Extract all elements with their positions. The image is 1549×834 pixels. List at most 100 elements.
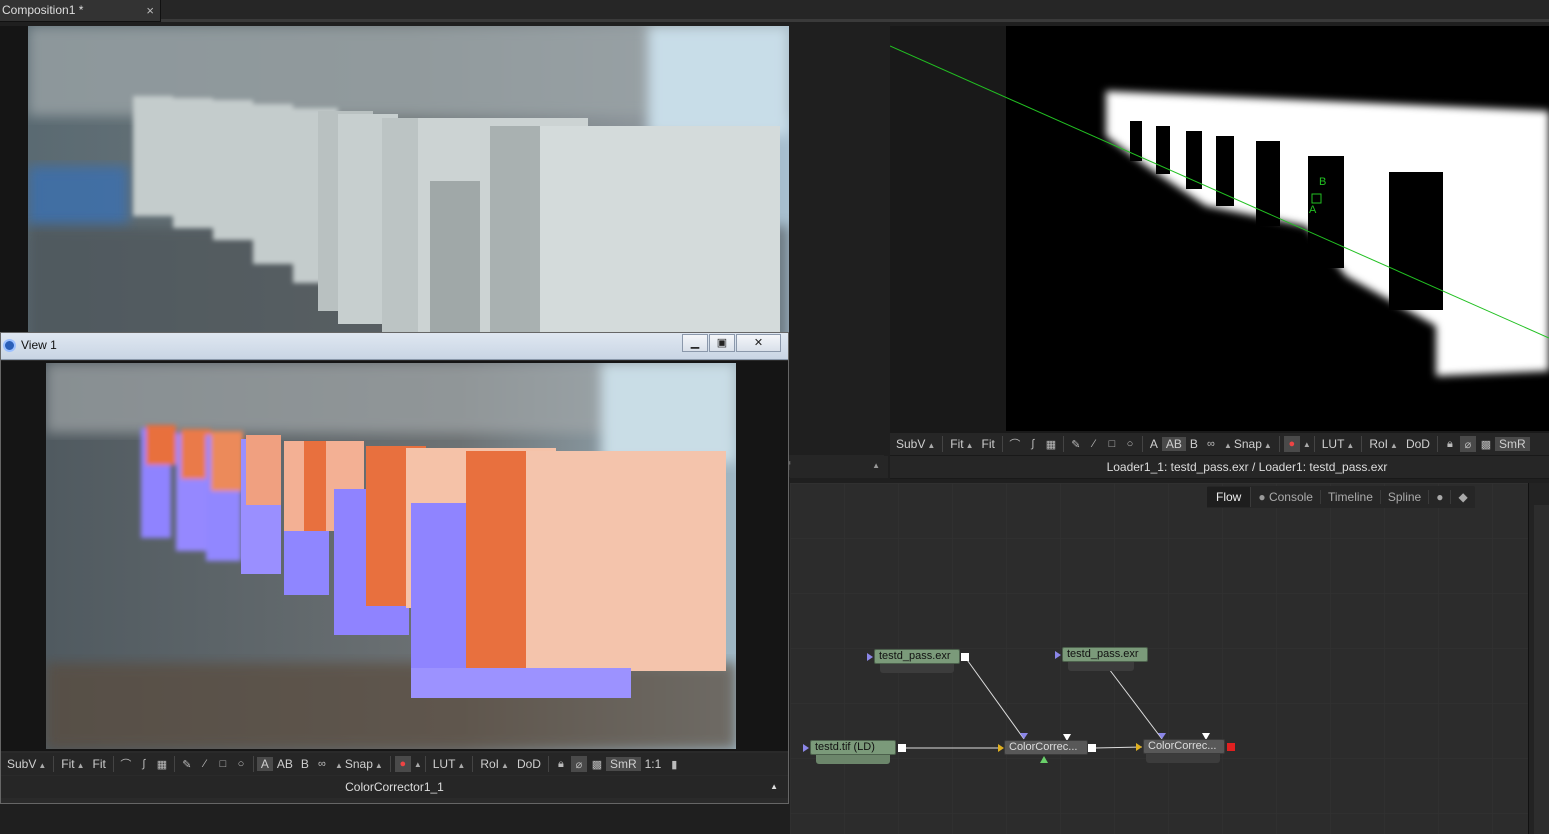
smr-button[interactable]: SmR bbox=[1494, 437, 1530, 451]
separator bbox=[1278, 436, 1280, 452]
subv-button[interactable]: SubV ▲ bbox=[3, 757, 50, 771]
circle-icon[interactable]: ○ bbox=[1122, 436, 1138, 452]
node-color-corrector-2[interactable]: ColorCorrec... bbox=[1143, 739, 1225, 754]
node-loader-1[interactable]: testd_pass.exr bbox=[874, 649, 960, 664]
checker-icon[interactable]: ▩ bbox=[1478, 436, 1494, 452]
lock-icon[interactable]: 🔒︎ bbox=[553, 756, 569, 772]
bspline-icon[interactable]: ∫ bbox=[136, 756, 152, 772]
eyedropper-icon[interactable]: ✎ bbox=[179, 756, 195, 772]
dod-button[interactable]: DoD bbox=[1402, 437, 1434, 451]
lut-button[interactable]: LUT ▲ bbox=[429, 757, 470, 771]
wand-icon[interactable]: ⁄ bbox=[197, 756, 213, 772]
snap-label: Snap bbox=[344, 757, 373, 771]
roi-button[interactable]: RoI ▲ bbox=[1365, 437, 1402, 451]
node-loader-ld[interactable]: testd.tif (LD) bbox=[810, 740, 896, 755]
node-color-corrector-1[interactable]: ColorCorrec... bbox=[1004, 740, 1088, 755]
buffer-ab-button[interactable]: AB bbox=[1161, 437, 1186, 451]
snap-button[interactable]: ▲ Snap ▲ bbox=[331, 757, 387, 771]
tab-composition1[interactable]: Composition1 * × bbox=[0, 0, 161, 21]
node-color-corrector-2-ports bbox=[1146, 754, 1220, 763]
bspline-icon[interactable]: ∫ bbox=[1025, 436, 1041, 452]
right-viewer[interactable]: B A SubV ▲ Fit ▲ Fit ⌒ ∫ ▦ ✎ ⁄ □ ○ A AB B … bbox=[890, 26, 1549, 479]
console-icon: ● bbox=[1258, 490, 1266, 504]
caret-up-icon[interactable]: ▲ bbox=[414, 760, 422, 769]
buffer-b-button[interactable]: B bbox=[297, 757, 313, 771]
lock-icon[interactable]: 🔒︎ bbox=[1442, 436, 1458, 452]
fit-dropdown[interactable]: Fit ▲ bbox=[57, 757, 88, 771]
lut-label: LUT bbox=[432, 757, 456, 771]
node-loader-2[interactable]: testd_pass.exr bbox=[1062, 647, 1148, 662]
info-icon[interactable]: ● bbox=[1429, 490, 1452, 504]
checker-icon[interactable]: ▩ bbox=[589, 756, 605, 772]
tab-flow[interactable]: Flow bbox=[1207, 487, 1252, 507]
polyline-icon[interactable]: ⌒ bbox=[1007, 436, 1023, 452]
glasses-icon[interactable]: ∞ bbox=[314, 756, 330, 772]
grid-icon[interactable]: ▦ bbox=[154, 756, 170, 772]
ratio-button[interactable]: 1:1 bbox=[641, 757, 666, 771]
smr-button[interactable]: SmR bbox=[605, 757, 641, 771]
tab-bar: Composition1 * × bbox=[0, 0, 1549, 22]
view1-viewer[interactable] bbox=[1, 361, 788, 751]
guide-line-overlay[interactable] bbox=[890, 26, 1549, 431]
rectangle-icon[interactable]: □ bbox=[1104, 436, 1120, 452]
no-proxy-icon[interactable]: ⌀ bbox=[1459, 436, 1476, 452]
glasses-icon[interactable]: ∞ bbox=[1203, 436, 1219, 452]
fit-dropdown[interactable]: Fit ▲ bbox=[946, 437, 977, 451]
separator bbox=[112, 756, 114, 772]
left-viewer-image bbox=[28, 26, 789, 356]
point-a-label[interactable]: A bbox=[1309, 204, 1316, 216]
snap-label: Snap bbox=[1233, 437, 1262, 451]
separator bbox=[53, 756, 55, 772]
lut-button[interactable]: LUT ▲ bbox=[1318, 437, 1359, 451]
minimize-icon[interactable]: ▁ bbox=[682, 334, 708, 352]
dod-button[interactable]: DoD bbox=[513, 757, 545, 771]
tab-console[interactable]: ● Console bbox=[1251, 490, 1321, 504]
eyedropper-icon[interactable]: ✎ bbox=[1068, 436, 1084, 452]
app-icon bbox=[3, 339, 16, 352]
histogram-icon[interactable]: ▮ bbox=[666, 756, 682, 772]
view1-window[interactable]: View 1 ▁ ▣ ✕ SubV ▲ Fit ▲ Fit ⌒ ∫ ▦ ✎ ⁄ … bbox=[0, 332, 789, 804]
grid-icon[interactable]: ▦ bbox=[1043, 436, 1059, 452]
lut-label: LUT bbox=[1321, 437, 1345, 451]
right-viewer-status: Loader1_1: testd_pass.exr / Loader1: tes… bbox=[890, 456, 1549, 478]
caret-up-icon[interactable]: ▲ bbox=[872, 455, 880, 477]
view1-titlebar[interactable]: View 1 ▁ ▣ ✕ bbox=[1, 333, 788, 360]
separator bbox=[942, 436, 944, 452]
snap-button[interactable]: ▲ Snap ▲ bbox=[1220, 437, 1276, 451]
subv-button[interactable]: SubV ▲ bbox=[892, 437, 939, 451]
separator bbox=[1436, 436, 1438, 452]
circle-icon[interactable]: ○ bbox=[233, 756, 249, 772]
close-icon[interactable]: × bbox=[146, 0, 154, 21]
buffer-a-button[interactable]: A bbox=[1146, 437, 1162, 451]
buffer-b-button[interactable]: B bbox=[1186, 437, 1202, 451]
comments-icon[interactable]: ◆ bbox=[1451, 490, 1474, 504]
point-b-label[interactable]: B bbox=[1319, 176, 1326, 188]
color-channels-icon[interactable]: ● bbox=[1283, 436, 1300, 452]
caret-up-icon[interactable]: ▲ bbox=[1303, 440, 1311, 449]
inspector-edge bbox=[1534, 505, 1549, 834]
tab-timeline[interactable]: Timeline bbox=[1321, 490, 1381, 504]
wand-icon[interactable]: ⁄ bbox=[1086, 436, 1102, 452]
fit-button[interactable]: Fit bbox=[978, 437, 999, 451]
close-icon[interactable]: ✕ bbox=[736, 334, 781, 352]
caret-up-icon[interactable]: ▲ bbox=[770, 776, 778, 798]
rectangle-icon[interactable]: □ bbox=[215, 756, 231, 772]
roi-button[interactable]: RoI ▲ bbox=[476, 757, 513, 771]
subv-label: SubV bbox=[896, 437, 926, 451]
tab-console-label: Console bbox=[1268, 490, 1313, 504]
buffer-ab-button[interactable]: AB bbox=[273, 757, 297, 771]
roi-label: RoI bbox=[480, 757, 500, 771]
view1-toolbar: SubV ▲ Fit ▲ Fit ⌒ ∫ ▦ ✎ ⁄ □ ○ A AB B ∞ ▲ S… bbox=[1, 753, 788, 775]
separator bbox=[424, 756, 426, 772]
separator bbox=[389, 756, 391, 772]
separator bbox=[1062, 436, 1064, 452]
buffer-a-button[interactable]: A bbox=[256, 757, 273, 771]
node-loader-2-ports bbox=[1068, 662, 1134, 671]
fit-button[interactable]: Fit bbox=[89, 757, 110, 771]
tab-spline[interactable]: Spline bbox=[1381, 490, 1430, 504]
polyline-icon[interactable]: ⌒ bbox=[118, 756, 134, 772]
flow-panel[interactable]: testd_pass.exr testd_pass.exr testd.tif … bbox=[790, 483, 1528, 834]
maximize-icon[interactable]: ▣ bbox=[709, 334, 735, 352]
no-proxy-icon[interactable]: ⌀ bbox=[570, 756, 587, 772]
color-channels-icon[interactable]: ● bbox=[394, 756, 411, 772]
